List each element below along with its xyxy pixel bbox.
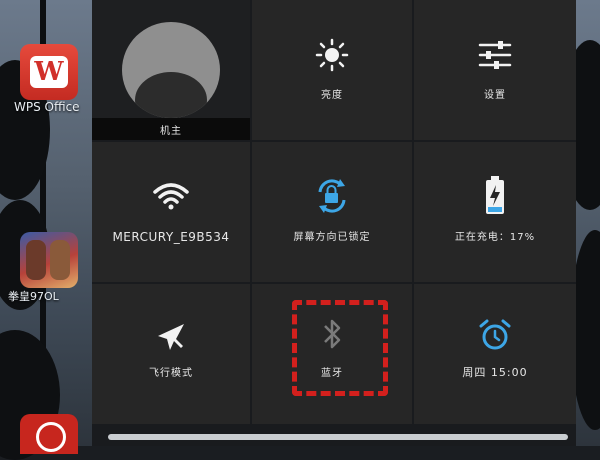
alarm-label: 周四 15:00	[462, 366, 528, 379]
wps-office-app-icon[interactable]: W	[20, 44, 78, 100]
game-app-icon[interactable]	[20, 232, 78, 288]
alarm-tile[interactable]: 周四 15:00	[414, 284, 576, 424]
battery-status-label: 正在充电：17%	[454, 232, 536, 243]
bank-logo-icon	[36, 422, 66, 452]
brightness-label: 亮度	[321, 90, 343, 101]
sun-icon	[315, 38, 349, 72]
airplane-mode-tile[interactable]: 飞行模式	[92, 284, 250, 424]
avatar	[122, 22, 220, 118]
alarm-clock-icon	[479, 319, 511, 350]
game-app-label: 拳皇97OL	[8, 290, 59, 303]
airplane-icon	[158, 324, 184, 350]
airplane-mode-label: 飞行模式	[149, 368, 193, 379]
owner-label-strip: 机主	[92, 118, 250, 140]
quick-settings-drag-handle[interactable]	[108, 434, 568, 440]
user-tile[interactable]: 机主	[92, 0, 250, 140]
battery-charging-icon	[486, 176, 504, 214]
battery-tile[interactable]: 正在充电：17%	[414, 142, 576, 282]
brightness-tile[interactable]: 亮度	[252, 0, 412, 140]
wifi-network-label: MERCURY_E9B534	[112, 230, 230, 244]
owner-label: 机主	[160, 126, 182, 137]
wps-office-app-label: WPS Office	[14, 100, 80, 114]
avatar-silhouette-icon	[135, 72, 207, 118]
wifi-icon	[153, 183, 189, 210]
settings-tile[interactable]: 设置	[414, 0, 576, 140]
rotation-lock-icon	[318, 179, 346, 213]
game-character-art	[26, 240, 46, 280]
sliders-icon	[478, 41, 512, 69]
wps-logo-icon: W	[30, 56, 68, 88]
bluetooth-highlight-annotation	[292, 300, 388, 396]
battery-level-fill	[488, 207, 502, 212]
rotation-lock-label: 屏幕方向已锁定	[293, 232, 371, 243]
wifi-tile[interactable]: MERCURY_E9B534	[92, 142, 250, 282]
rotation-lock-tile[interactable]: 屏幕方向已锁定	[252, 142, 412, 282]
bank-app-icon[interactable]	[20, 414, 78, 454]
settings-label: 设置	[484, 90, 506, 101]
game-character-art	[50, 240, 70, 280]
